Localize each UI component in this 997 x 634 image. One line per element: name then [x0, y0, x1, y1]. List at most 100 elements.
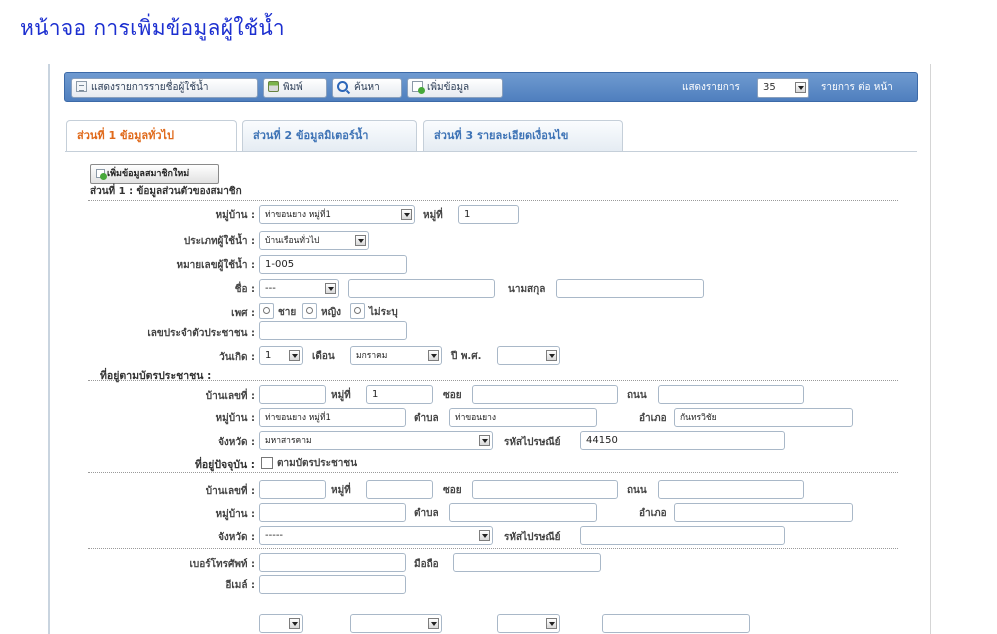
chevron-down-icon	[795, 82, 806, 93]
chevron-down-icon	[479, 530, 490, 541]
tambon-input[interactable]: ท่าขอนยาง	[449, 408, 597, 427]
tab-general-info[interactable]: ส่วนที่ 1 ข้อมูลทั่วไป	[66, 120, 237, 152]
cur-amphoe-input[interactable]	[674, 503, 853, 522]
chevron-down-icon	[325, 283, 336, 294]
gender-male-radio[interactable]	[259, 303, 274, 319]
chevron-down-icon	[479, 435, 490, 446]
chevron-down-icon	[355, 235, 366, 246]
list-users-button[interactable]: แสดงรายการรายชื่อผู้ใช้น้ำ	[71, 78, 258, 98]
gender-label: เพศ :	[231, 308, 255, 319]
mobile-label: มือถือ	[414, 559, 439, 570]
province-select[interactable]: มหาสารคาม	[259, 431, 493, 450]
user-type-select[interactable]: บ้านเรือนทั่วไป	[259, 231, 369, 250]
chevron-down-icon	[546, 350, 557, 361]
gender-unspecified-label: ไม่ระบุ	[369, 307, 398, 318]
add-member-button[interactable]: เพิ่มข้อมูลสมาชิกใหม่	[90, 164, 219, 184]
add-document-icon	[96, 169, 107, 180]
tab-meter-info[interactable]: ส่วนที่ 2 ข้อมูลมิเตอร์น้ำ	[242, 120, 417, 151]
cutoff-year-select[interactable]	[497, 614, 560, 633]
addr-moo-input[interactable]: 1	[366, 385, 433, 404]
gender-female-radio[interactable]	[302, 303, 317, 319]
search-icon	[337, 81, 348, 92]
cur-tambon-label: ตำบล	[414, 508, 439, 519]
moo-input[interactable]: 1	[458, 205, 519, 224]
tab-divider	[65, 151, 917, 152]
cur-house-no-label: บ้านเลขที่ :	[205, 486, 255, 497]
cutoff-time-input[interactable]	[602, 614, 750, 633]
divider	[88, 380, 898, 381]
birth-month-select[interactable]: มกราคม	[350, 346, 442, 365]
gender-unspecified-radio[interactable]	[350, 303, 365, 319]
chevron-down-icon	[289, 350, 300, 361]
list-icon	[76, 81, 87, 92]
cur-province-label: จังหวัด :	[218, 532, 255, 543]
gender-male-label: ชาย	[278, 307, 297, 318]
per-page-label: รายการ ต่อ หน้า	[821, 82, 893, 93]
printer-icon	[268, 81, 279, 92]
divider	[88, 472, 898, 473]
page-title: หน้าจอ การเพิ่มข้อมูลผู้ใช้น้ำ	[20, 16, 285, 40]
chevron-down-icon	[546, 618, 557, 629]
print-button[interactable]: พิมพ์	[263, 78, 327, 98]
first-name-input[interactable]	[348, 279, 495, 298]
cur-province-select[interactable]: -----	[259, 526, 493, 545]
name-label: ชื่อ :	[234, 284, 255, 295]
birth-day-select[interactable]: 1	[259, 346, 303, 365]
add-data-button[interactable]: เพิ่มข้อมูล	[407, 78, 503, 98]
page-size-select[interactable]: 35	[757, 78, 809, 98]
add-document-icon	[412, 81, 425, 94]
user-no-label: หมายเลขผู้ใช้น้ำ :	[176, 260, 255, 271]
citizen-id-label: เลขประจำตัวประชาชน :	[147, 328, 255, 339]
house-no-label: บ้านเลขที่ :	[205, 391, 255, 402]
year-label: ปี พ.ศ.	[451, 351, 482, 362]
cur-soi-input[interactable]	[472, 480, 618, 499]
cur-moo-input[interactable]	[366, 480, 433, 499]
section-title: ส่วนที่ 1 : ข้อมูลส่วนตัวของสมาชิก	[90, 186, 242, 197]
user-type-label: ประเภทผู้ใช้น้ำ :	[183, 236, 255, 247]
tab-conditions[interactable]: ส่วนที่ 3 รายละเอียดเงื่อนไข	[423, 120, 623, 151]
birth-year-select[interactable]	[497, 346, 560, 365]
village-label: หมู่บ้าน :	[215, 210, 255, 221]
citizen-id-input[interactable]	[259, 321, 407, 340]
same-as-id-checkbox[interactable]	[261, 457, 273, 469]
cur-tambon-input[interactable]	[449, 503, 597, 522]
email-input[interactable]	[259, 575, 406, 594]
divider	[88, 200, 898, 201]
chevron-down-icon	[289, 618, 300, 629]
cutoff-day-select[interactable]	[259, 614, 303, 633]
chevron-down-icon	[428, 618, 439, 629]
cutoff-month-select[interactable]	[350, 614, 442, 633]
user-no-input[interactable]: 1-005	[259, 255, 407, 274]
amphoe-input[interactable]: กันทรวิชัย	[674, 408, 853, 427]
cur-road-label: ถนน	[627, 485, 647, 496]
cur-house-no-input[interactable]	[259, 480, 326, 499]
phone-label: เบอร์โทรศัพท์ :	[189, 559, 256, 570]
soi-input[interactable]	[472, 385, 618, 404]
toolbar: แสดงรายการรายชื่อผู้ใช้น้ำ พิมพ์ ค้นหา เ…	[64, 72, 918, 102]
search-button[interactable]: ค้นหา	[332, 78, 402, 98]
cur-postcode-input[interactable]	[580, 526, 785, 545]
cur-village-input[interactable]	[259, 503, 406, 522]
prefix-select[interactable]: ---	[259, 279, 339, 298]
cur-road-input[interactable]	[658, 480, 804, 499]
surname-input[interactable]	[556, 279, 704, 298]
addr-village-label: หมู่บ้าน :	[215, 413, 255, 424]
village-select[interactable]: ท่าขอนยาง หมู่ที่1	[259, 205, 415, 224]
addr-moo-label: หมู่ที่	[331, 390, 351, 401]
surname-label: นามสกุล	[508, 284, 546, 295]
show-items-label: แสดงรายการ	[682, 82, 740, 93]
province-label: จังหวัด :	[218, 437, 255, 448]
postcode-input[interactable]: 44150	[580, 431, 785, 450]
soi-label: ซอย	[443, 390, 462, 401]
cur-amphoe-label: อำเภอ	[639, 508, 667, 519]
divider	[88, 548, 898, 549]
phone-input[interactable]	[259, 553, 406, 572]
house-no-input[interactable]	[259, 385, 326, 404]
current-address-label: ที่อยู่ปัจจุบัน :	[194, 459, 255, 471]
addr-village-input[interactable]: ท่าขอนยาง หมู่ที่1	[259, 408, 406, 427]
postcode-label: รหัสไปรษณีย์	[504, 437, 561, 448]
cur-postcode-label: รหัสไปรษณีย์	[504, 532, 561, 543]
cur-village-label: หมู่บ้าน :	[215, 509, 255, 520]
road-input[interactable]	[658, 385, 804, 404]
mobile-input[interactable]	[453, 553, 601, 572]
